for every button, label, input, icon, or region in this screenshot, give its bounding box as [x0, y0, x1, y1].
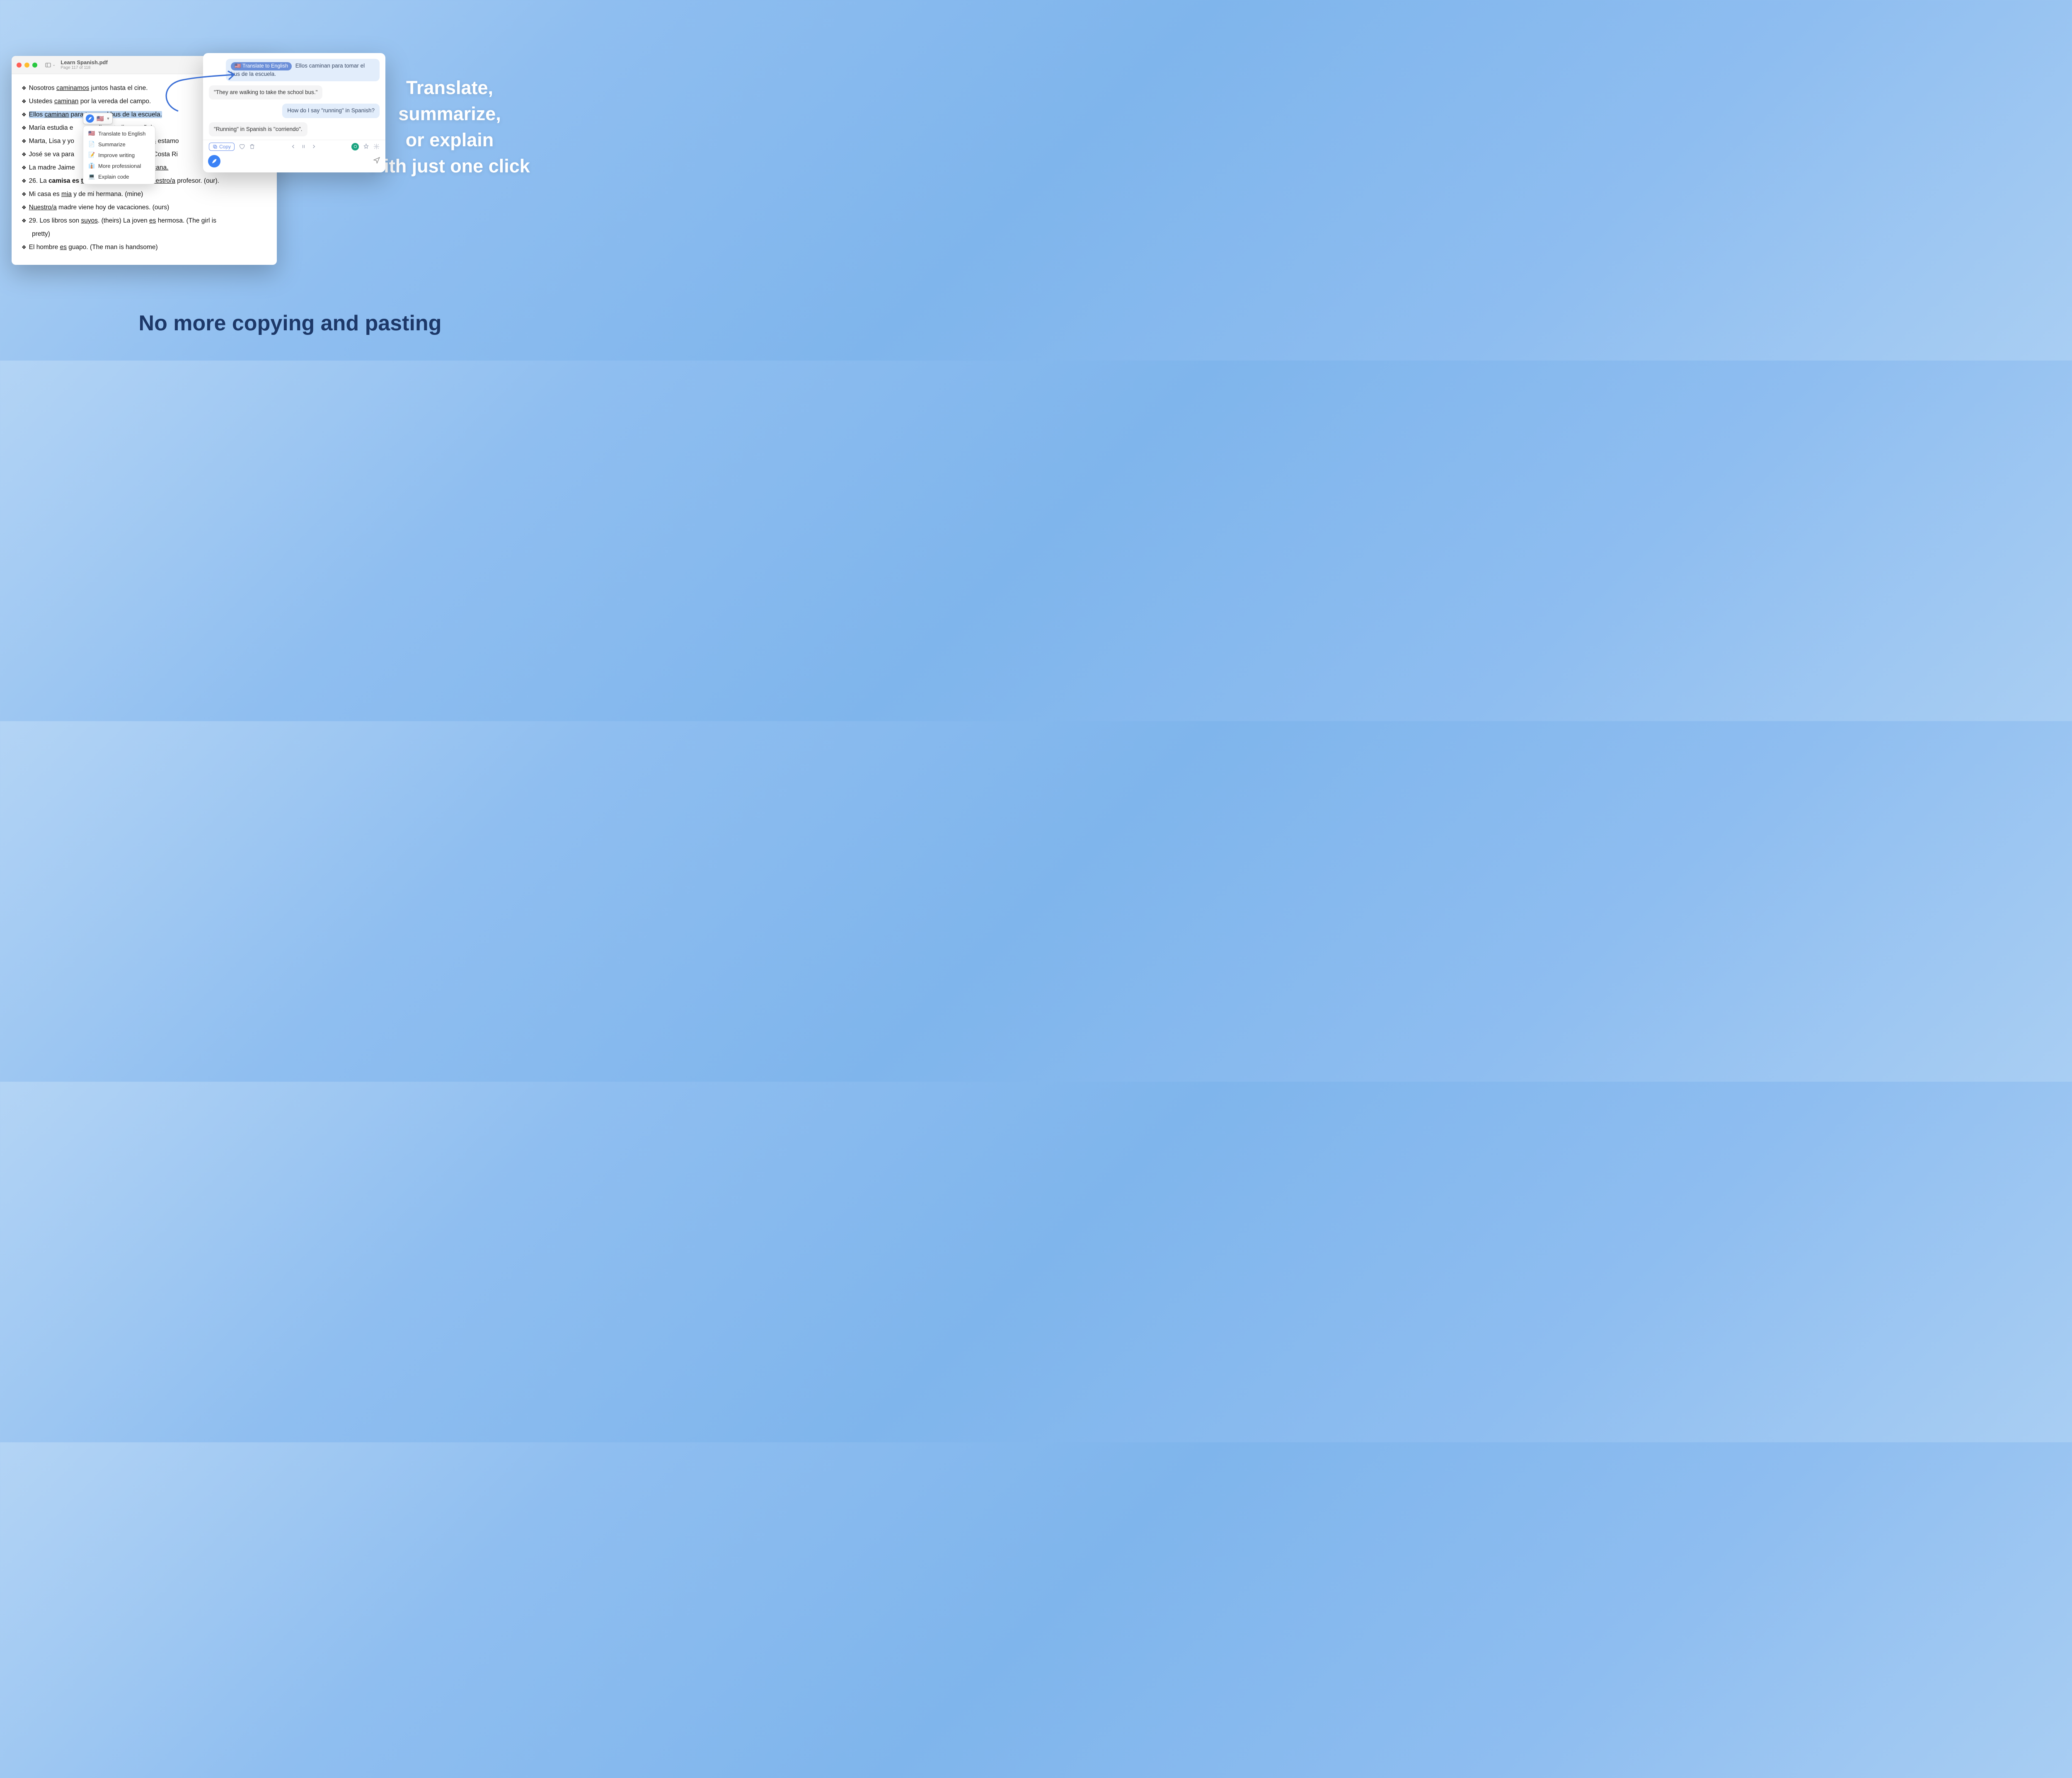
menu-item-label: Translate to English: [98, 131, 145, 137]
marketing-tagline: No more copying and pasting: [0, 311, 580, 336]
chat-user-message: How do I say "running" in Spanish?: [282, 104, 380, 118]
chevron-down-icon[interactable]: ▼: [106, 116, 110, 121]
tie-icon: 👔: [88, 162, 95, 169]
menu-item-label: Improve writing: [98, 152, 135, 158]
pdf-text-line: ❖El hombre es guapo. (The man is handsom…: [22, 241, 267, 254]
gpt-icon[interactable]: [351, 143, 359, 150]
chat-input-field[interactable]: [225, 156, 369, 167]
chat-ai-message: "They are walking to take the school bus…: [209, 85, 322, 99]
action-summarize[interactable]: 📄Summarize: [83, 139, 155, 150]
menu-item-label: Explain code: [98, 174, 129, 180]
chat-toolbar: Copy: [203, 140, 385, 153]
pdf-text-line: ❖Mi casa es mia y de mi hermana. (mine): [22, 188, 267, 201]
heart-icon[interactable]: [239, 143, 245, 150]
chat-message-text: How do I say "running" in Spanish?: [287, 107, 375, 114]
sidebar-toggle-icon[interactable]: [45, 62, 51, 68]
chat-input-row: [203, 153, 385, 172]
fullscreen-window-button[interactable]: [32, 63, 37, 68]
document-icon: 📄: [88, 141, 95, 148]
laptop-icon: 💻: [88, 173, 95, 180]
copy-button-label: Copy: [219, 144, 231, 150]
pencil-icon: 📝: [88, 152, 95, 158]
pause-icon[interactable]: [300, 143, 307, 150]
chat-messages: 🇺🇸 Translate to English Ellos caminan pa…: [203, 53, 385, 139]
chat-message-text: "They are walking to take the school bus…: [214, 89, 317, 95]
sidebar-dropdown-chevron-icon[interactable]: ⌄: [52, 63, 56, 67]
menu-item-label: More professional: [98, 163, 141, 169]
pdf-text-line: ❖29. Los libros son suyos. (theirs) La j…: [22, 214, 267, 228]
send-icon[interactable]: [373, 156, 380, 166]
translate-chip: 🇺🇸 Translate to English: [231, 62, 292, 70]
document-page-indicator: Page 117 of 118: [61, 65, 107, 70]
document-title-block: Learn Spanish.pdf Page 117 of 118: [61, 60, 107, 70]
flag-us-icon: 🇺🇸: [88, 130, 95, 137]
trash-icon[interactable]: [249, 143, 255, 150]
flag-icon: 🇺🇸: [97, 115, 104, 122]
next-icon[interactable]: [311, 143, 317, 150]
feather-icon: [86, 114, 94, 123]
document-filename: Learn Spanish.pdf: [61, 60, 107, 65]
pin-icon[interactable]: [363, 143, 369, 150]
chat-user-message: 🇺🇸 Translate to English Ellos caminan pa…: [226, 59, 380, 81]
ai-actions-menu: 🇺🇸Translate to English 📄Summarize 📝Impro…: [83, 126, 155, 184]
copy-button[interactable]: Copy: [209, 143, 235, 151]
ai-trigger-popup[interactable]: 🇺🇸 ▼: [83, 113, 113, 124]
app-logo-button[interactable]: [208, 155, 220, 167]
pdf-text-line: ❖Nuestro/a madre viene hoy de vacaciones…: [22, 201, 267, 214]
settings-icon[interactable]: [373, 143, 380, 150]
action-translate[interactable]: 🇺🇸Translate to English: [83, 128, 155, 139]
action-more-professional[interactable]: 👔More professional: [83, 160, 155, 171]
chat-window: 🇺🇸 Translate to English Ellos caminan pa…: [203, 53, 385, 172]
window-traffic-lights: [17, 63, 37, 68]
chat-message-text: "Running" in Spanish is "corriendo".: [214, 126, 303, 132]
pdf-text-line: pretty): [22, 228, 267, 241]
prev-icon[interactable]: [290, 143, 296, 150]
minimize-window-button[interactable]: [24, 63, 29, 68]
action-improve-writing[interactable]: 📝Improve writing: [83, 150, 155, 160]
action-explain-code[interactable]: 💻Explain code: [83, 171, 155, 182]
menu-item-label: Summarize: [98, 141, 126, 148]
close-window-button[interactable]: [17, 63, 22, 68]
chat-ai-message: "Running" in Spanish is "corriendo".: [209, 122, 307, 136]
